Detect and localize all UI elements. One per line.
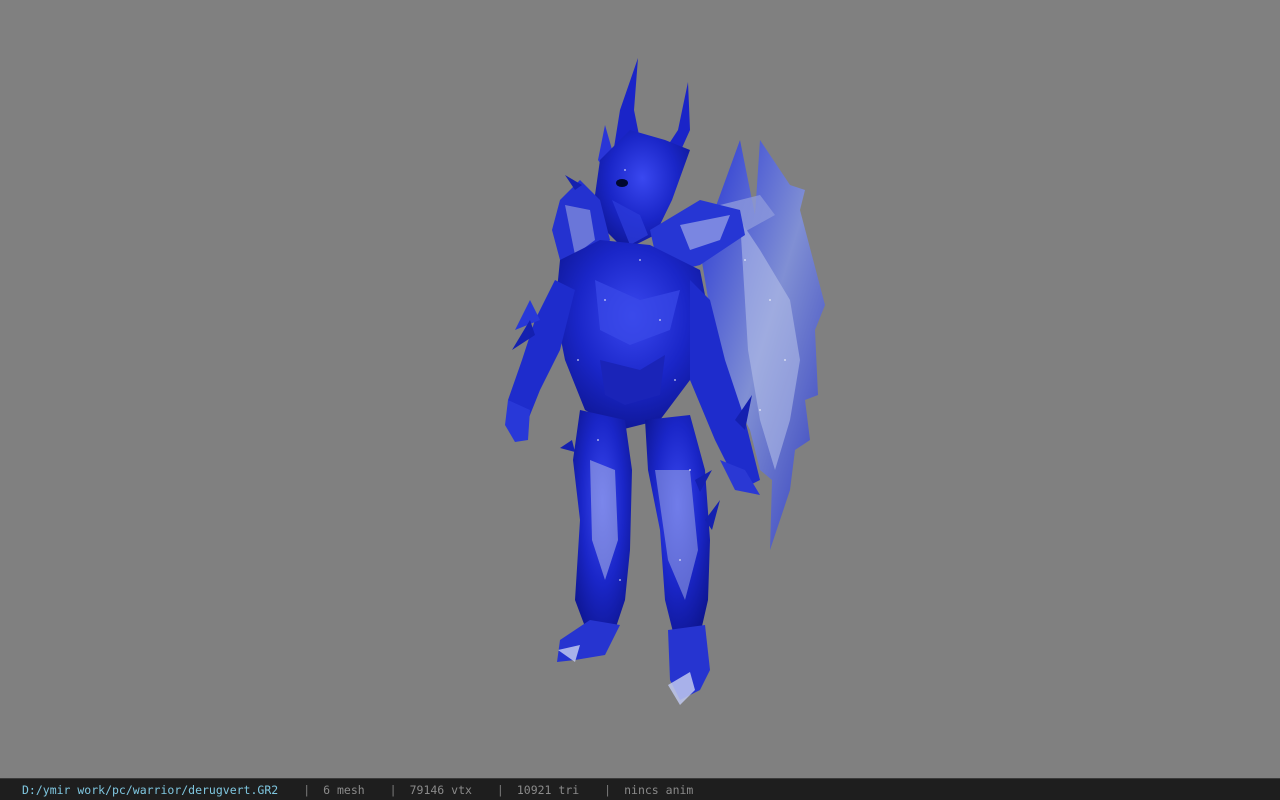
- 3d-viewport[interactable]: [0, 0, 1280, 778]
- left-arm: [505, 280, 575, 442]
- separator: |: [389, 782, 397, 797]
- file-path: D:/ymir work/pc/warrior/derugvert.GR2: [22, 782, 279, 797]
- vertex-count: 79146 vtx: [409, 782, 472, 797]
- separator: |: [604, 782, 612, 797]
- separator: |: [496, 782, 504, 797]
- separator: |: [303, 782, 311, 797]
- torso: [555, 240, 710, 430]
- mesh-count: 6 mesh: [323, 782, 365, 797]
- warrior-model[interactable]: [0, 0, 1280, 778]
- status-bar: D:/ymir work/pc/warrior/derugvert.GR2 | …: [0, 778, 1280, 800]
- animation-status: nincs anim: [624, 782, 694, 797]
- right-leg: [645, 415, 710, 705]
- triangle-count: 10921 tri: [516, 782, 580, 797]
